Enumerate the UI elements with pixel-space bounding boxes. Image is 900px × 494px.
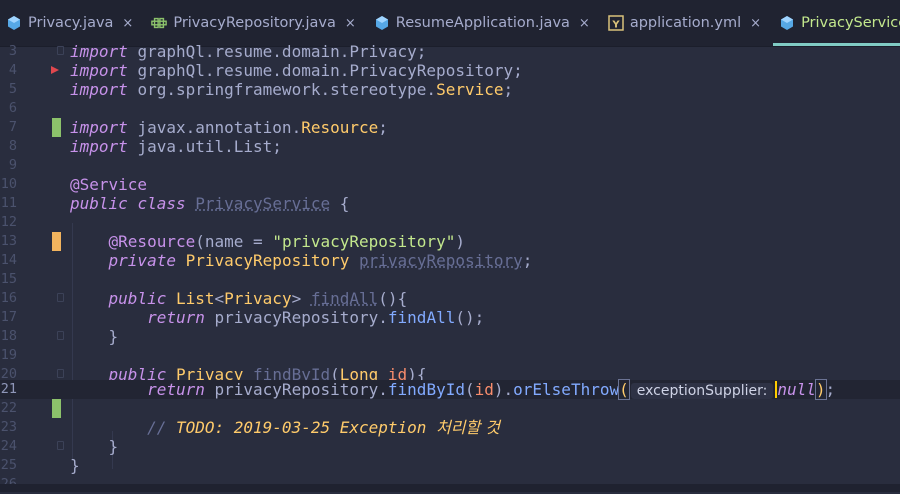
line-number: 14 [0,252,17,268]
line-number: 19 [0,347,17,363]
code-text: return privacyRepository.findAll(); [147,308,485,327]
tab-privacy-repository-java[interactable]: PrivacyRepository.java × [145,0,367,46]
tab-application-yml[interactable]: Y application.yml × [602,0,773,46]
line-number: 21 [0,381,17,397]
code-text: import javax.annotation.Resource; [70,118,388,137]
code-line: 17 return privacyRepository.findAll(); [0,308,900,327]
close-icon[interactable]: × [750,16,761,31]
svg-text:Y: Y [611,20,620,31]
tab-privacy-java[interactable]: Privacy.java × [0,0,145,46]
tab-privacy-service-java[interactable]: PrivacyService.java × [773,0,900,46]
code-line: 11 public class PrivacyService { [0,194,900,213]
code-line: 13 @Resource(name = "privacyRepository") [0,232,900,251]
fold-icon[interactable] [57,46,64,55]
line-number: 5 [8,81,17,97]
code-line: 6 [0,99,900,118]
java-class-icon [374,15,390,31]
tab-label: PrivacyRepository.java [173,15,336,31]
code-line: 7 import javax.annotation.Resource; [0,118,900,137]
fold-icon[interactable] [57,293,64,302]
code-line: 9 [0,156,900,175]
code-line: 12 [0,213,900,232]
code-line: 16 public List<Privacy> findAll(){ [0,289,900,308]
code-line: 15 [0,270,900,289]
fold-icon[interactable] [57,369,64,378]
code-text: return privacyRepository.findById(id).or… [147,379,836,400]
java-class-icon [779,15,795,31]
code-editor[interactable]: 3 import graphQl.resume.domain.Privacy; … [0,42,900,492]
line-number: 4 [8,62,17,78]
line-number: 15 [0,271,17,287]
code-line-current: 21 return privacyRepository.findById(id)… [0,379,900,400]
line-number: 18 [0,328,17,344]
tab-label: ResumeApplication.java [395,15,570,31]
line-number: 8 [8,138,17,154]
code-line: 5 import org.springframework.stereotype.… [0,80,900,99]
code-line: 23 // TODO: 2019-03-25 Exception 처리할 것 [0,418,900,437]
tab-label: application.yml [629,15,742,31]
yml-icon: Y [608,15,624,31]
code-text: public class PrivacyService { [70,194,350,213]
tab-label: PrivacyService.java [801,15,900,31]
code-line: 22 [0,399,900,418]
line-number: 12 [0,214,17,230]
interface-icon [151,15,168,31]
line-number: 11 [0,195,17,211]
parameter-hint: exceptionSupplier: [630,383,774,399]
changed-marker-icon[interactable] [51,66,59,74]
code-line: 8 import java.util.List; [0,137,900,156]
code-line: 18 } [0,327,900,346]
line-number: 6 [8,100,17,116]
close-icon[interactable]: × [579,16,590,31]
code-text: } [108,327,119,346]
line-number: 22 [0,400,17,416]
code-line: 19 [0,346,900,365]
vcs-modified-marker[interactable] [52,232,61,251]
line-number: 24 [0,438,17,454]
fold-icon[interactable] [57,331,64,340]
code-text: public List<Privacy> findAll(){ [108,289,408,308]
line-number: 23 [0,419,17,435]
code-line: 10 @Service [0,175,900,194]
java-class-icon [6,15,22,31]
fold-icon[interactable] [57,441,64,450]
code-text: import graphQl.resume.domain.Privacy; [70,42,427,61]
tab-label: Privacy.java [28,15,114,31]
line-number: 3 [8,43,17,59]
close-icon[interactable]: × [345,16,356,31]
line-number: 9 [8,157,17,173]
line-number: 13 [0,233,17,249]
code-text: private PrivacyRepository privacyReposit… [108,251,533,270]
line-number: 10 [0,176,17,192]
editor-bottom-strip [0,484,900,492]
code-line: 24 } [0,437,900,456]
code-text: // TODO: 2019-03-25 Exception 처리할 것 [147,418,501,437]
line-number: 7 [8,119,17,135]
code-text: } [108,437,119,456]
line-number: 16 [0,290,17,306]
close-icon[interactable]: × [122,16,133,31]
code-text: @Service [70,175,148,194]
vcs-added-marker[interactable] [52,399,61,418]
code-line: 25 } [0,456,900,475]
code-text: @Resource(name = "privacyRepository") [108,232,465,251]
line-number: 25 [0,457,17,473]
code-line: 3 import graphQl.resume.domain.Privacy; [0,42,900,61]
line-number: 17 [0,309,17,325]
code-text: import org.springframework.stereotype.Se… [70,80,514,99]
code-line: 4 import graphQl.resume.domain.PrivacyRe… [0,61,900,80]
code-text: } [70,456,80,475]
tab-resume-application-java[interactable]: ResumeApplication.java × [368,0,602,46]
code-text: import java.util.List; [70,137,282,156]
editor-tab-bar: Privacy.java × PrivacyRepository.java × … [0,0,900,47]
vcs-added-marker[interactable] [52,118,61,137]
code-text: import graphQl.resume.domain.PrivacyRepo… [70,61,523,80]
code-line: 14 private PrivacyRepository privacyRepo… [0,251,900,270]
